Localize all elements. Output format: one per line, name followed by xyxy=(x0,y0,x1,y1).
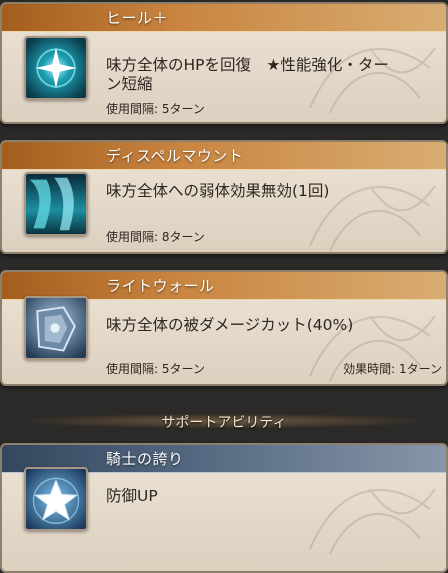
skill-cooldown: 使用間隔: 8ターン xyxy=(106,230,205,244)
support-ability-label: サポートアビリティ xyxy=(161,415,287,431)
skill-description: 味方全体のHPを回復 ★性能強化・ター xyxy=(106,56,389,74)
skill-duration: 効果時間: 1ターン xyxy=(343,362,442,376)
support-description: 防御UP xyxy=(106,487,158,505)
ornament-decoration xyxy=(309,488,436,555)
skill-description: 味方全体への弱体効果無効(1回) xyxy=(106,182,330,200)
sparkle-heal-icon xyxy=(24,36,88,100)
skill-card-light-wall[interactable]: ライトウォール 味方全体の被ダメージカット(40%) 使用間隔: 5ターン 効果… xyxy=(0,270,448,386)
ornament-decoration xyxy=(309,185,436,252)
skill-description-line2: ン短縮 xyxy=(106,75,153,93)
support-title: 騎士の誇り xyxy=(106,450,184,468)
skill-title: ライトウォール xyxy=(106,277,215,295)
skill-title: ヒール＋ xyxy=(106,9,169,27)
knight-shield-icon xyxy=(24,296,88,360)
skill-card-dispel-mount[interactable]: ディスペルマウント 味方全体への弱体効果無効(1回) 使用間隔: 8ターン xyxy=(0,140,448,254)
skill-cooldown: 使用間隔: 5ターン xyxy=(106,362,205,376)
skill-cooldown: 使用間隔: 5ターン xyxy=(106,102,205,116)
skill-title: ディスペルマウント xyxy=(106,147,244,165)
support-ability-header: サポートアビリティ xyxy=(0,400,448,440)
skill-description: 味方全体の被ダメージカット(40%) xyxy=(106,316,354,334)
dispel-mount-icon xyxy=(24,172,88,236)
skill-card-heal[interactable]: ヒール＋ 味方全体のHPを回復 ★性能強化・ター ン短縮 使用間隔: 5ターン xyxy=(0,2,448,124)
support-card-knight-pride[interactable]: 騎士の誇り 防御UP xyxy=(0,443,448,573)
star-icon xyxy=(24,467,88,531)
skill-title-bar xyxy=(2,4,446,32)
